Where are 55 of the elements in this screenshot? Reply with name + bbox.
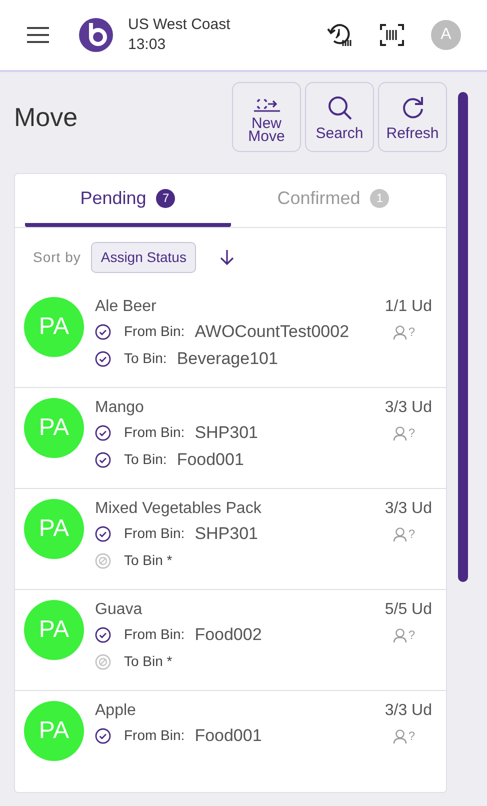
unassigned-user-indicator: ? [393,424,415,442]
bin-value: AWOCountTest0002 [194,320,350,343]
bin-label: From Bin: [124,423,185,442]
bin-label: To Bin * [124,551,172,570]
page-title: Move [14,100,78,134]
quantity-text: 3/3 Ud [384,398,432,418]
initials-avatar: PA [24,701,84,761]
unassigned-user-indicator: ? [393,323,415,341]
unassigned-user-indicator: ? [393,626,415,644]
item-name: Apple [95,701,137,721]
sort-label: Sort by [33,248,81,267]
location-name: US West Coast [128,15,230,35]
quantity-text: 3/3 Ud [384,499,432,519]
bin-label: From Bin: [124,726,185,745]
bin-value: Beverage101 [176,348,278,370]
sort-direction-icon[interactable] [220,249,234,266]
bin-label: From Bin: [124,322,185,341]
bin-value: SHP301 [194,522,258,545]
refresh-button[interactable]: Refresh [378,82,447,152]
search-button[interactable]: Search [305,82,374,152]
move-icon [254,98,280,112]
item-name: Mixed Vegetables Pack [95,499,262,519]
bin-label: From Bin: [124,625,185,644]
logo-icon [78,17,114,53]
bin-label: To Bin * [124,652,172,671]
scrollbar[interactable] [458,92,468,582]
sort-field-chip[interactable]: Assign Status [90,242,196,273]
initials-avatar: PA [24,297,84,357]
menu-icon[interactable] [26,26,50,44]
bin-label: To Bin: [124,450,167,469]
quantity-text: 1/1 Ud [384,297,432,317]
history-barcode-icon[interactable] [327,22,353,48]
bin-value: SHP301 [194,422,258,444]
bin-value: Food001 [194,724,262,747]
bin-value: Food002 [194,624,262,646]
bin-label: To Bin: [124,349,167,368]
item-name: Mango [95,398,145,418]
search-icon [326,94,352,120]
bin-value: Food001 [176,448,244,471]
item-name: Guava [95,600,144,620]
time-text: 13:03 [128,35,167,55]
quantity-text: 5/5 Ud [384,600,432,620]
unassigned-user-indicator: ? [393,525,415,543]
item-name: Ale Beer [95,297,158,317]
initials-avatar: PA [24,600,84,660]
tab[interactable]: Pending 7 [25,174,230,227]
count-badge: 7 [156,188,176,208]
quantity-text: 3/3 Ud [384,701,432,721]
new-move-button[interactable]: New Move [232,82,301,152]
initials-avatar: PA [24,398,84,458]
barcode-scan-icon[interactable] [379,22,405,48]
unassigned-user-indicator: ? [393,727,415,745]
bin-label: From Bin: [124,524,185,543]
count-badge: 1 [370,188,390,208]
initials-avatar: PA [24,499,84,559]
